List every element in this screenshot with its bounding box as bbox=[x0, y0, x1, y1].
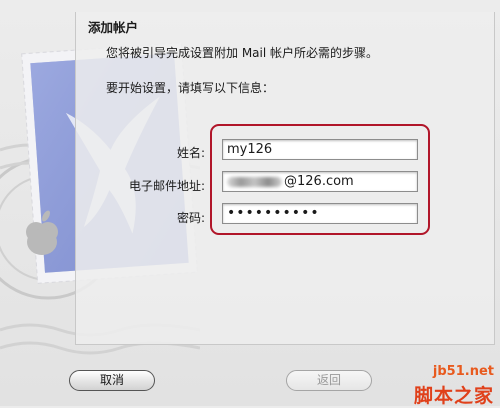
site-watermark: jb51.net 脚本之家 bbox=[392, 362, 500, 407]
cancel-button[interactable]: 取消 bbox=[69, 370, 155, 391]
email-field[interactable]: @126.com bbox=[222, 171, 418, 192]
dialog-title: 添加帐户 bbox=[88, 20, 139, 35]
name-label: 姓名: bbox=[176, 146, 205, 160]
dialog-subtitle: 您将被引导完成设置附加 Mail 帐户所必需的步骤。 bbox=[106, 46, 379, 60]
password-label: 密码: bbox=[176, 211, 205, 225]
email-label: 电子邮件地址: bbox=[128, 179, 205, 193]
password-field[interactable]: •••••••••• bbox=[222, 203, 418, 224]
watermark-url: jb51.net bbox=[432, 364, 494, 379]
email-suffix: @126.com bbox=[284, 174, 354, 189]
setup-prompt: 要开始设置，请填写以下信息： bbox=[106, 81, 275, 95]
name-field[interactable]: my126 bbox=[222, 139, 418, 160]
blurred-username bbox=[227, 176, 282, 187]
name-value: my126 bbox=[227, 142, 273, 157]
back-button[interactable]: 返回 bbox=[286, 370, 372, 391]
watermark-name: 脚本之家 bbox=[413, 385, 494, 407]
password-value: •••••••••• bbox=[227, 205, 320, 221]
